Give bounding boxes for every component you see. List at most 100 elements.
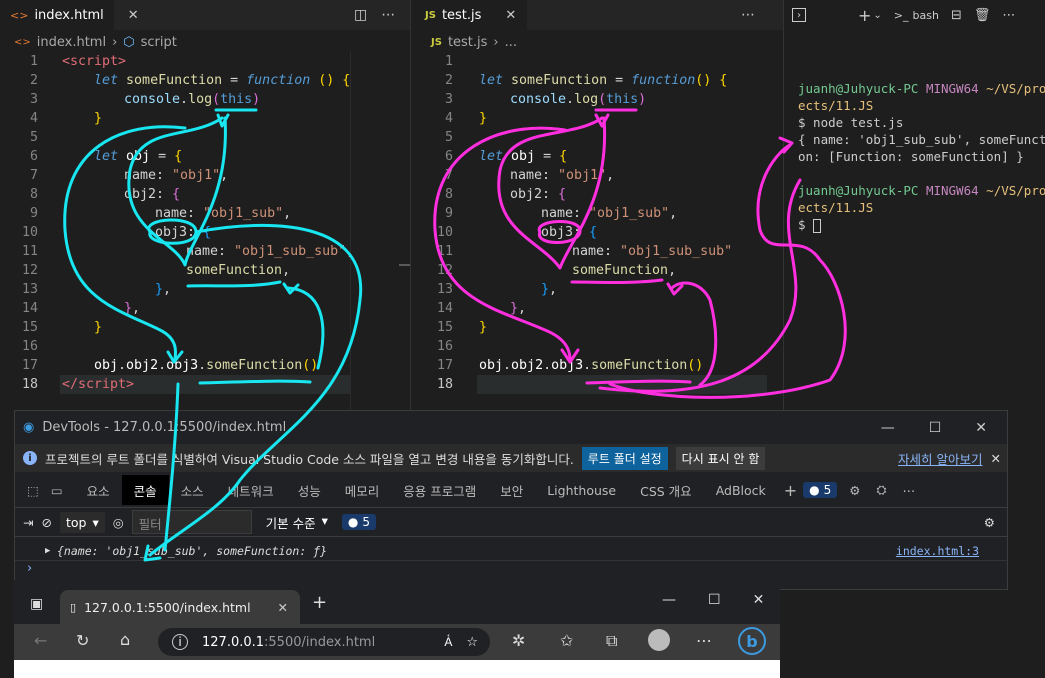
tab-adblock[interactable]: AdBlock (704, 475, 778, 505)
bing-icon[interactable]: b (738, 627, 766, 655)
tab-network[interactable]: 네트워크 (216, 475, 286, 505)
console-filter-bar: ⇥ ⊘ top ▾ ◎ 필터 기본 수준 ▾ ● 5 ⚙ (15, 507, 1007, 537)
bash-terminal-icon[interactable]: >_ (894, 9, 909, 22)
terminal-output[interactable]: juanh@Juhyuck-PC MINGW64 ~/VS/proj ects/… (798, 63, 1045, 233)
breadcrumb-more[interactable]: ... (505, 35, 517, 50)
new-tab-icon[interactable]: + (312, 592, 327, 613)
more-actions-icon[interactable]: ⋯ (1002, 8, 1015, 23)
breadcrumb: JS test.js › ... (431, 32, 517, 52)
scroll-marker (399, 264, 410, 266)
breadcrumb-file[interactable]: test.js (448, 35, 487, 50)
trash-icon[interactable]: 🗑 (974, 8, 991, 23)
breadcrumb: <> index.html › ⬡ script (14, 32, 177, 52)
tab-security[interactable]: 보안 (488, 475, 535, 505)
issues-badge[interactable]: ● 5 (803, 482, 838, 498)
maximize-icon[interactable]: ☐ (708, 592, 721, 608)
terminal-panel: › + ⌄ >_ bash ⊟ 🗑 ⋯ juanh@Juhyuck-PC MIN… (783, 0, 1045, 410)
more-options-icon[interactable]: ⋯ (891, 475, 928, 505)
terminal-icon[interactable]: › (792, 8, 806, 22)
left-editor-actions: ◫ ⋯ (354, 0, 395, 30)
prompt-path: ~/VS/proj (986, 183, 1045, 198)
home-icon[interactable]: ⌂ (120, 630, 130, 649)
close-icon[interactable]: ✕ (975, 420, 987, 436)
tab-lighthouse[interactable]: Lighthouse (535, 475, 628, 505)
inspect-icon[interactable]: ⬚ (15, 475, 51, 505)
cursor (813, 218, 822, 233)
favorites-icon[interactable]: ✩ (560, 631, 573, 650)
more-actions-icon[interactable]: ⋯ (381, 7, 395, 23)
close-tab-icon[interactable]: ✕ (278, 600, 288, 615)
prompt-path: ~/VS/proj (986, 81, 1045, 96)
chevron-right-icon: › (112, 34, 118, 50)
address-bar[interactable]: i 127.0.0.1:5500/index.html A᷾ ☆ (158, 628, 490, 656)
new-terminal-icon[interactable]: + (858, 6, 871, 25)
more-tabs-icon[interactable]: + (778, 475, 803, 505)
eye-icon[interactable]: ◎ (113, 515, 124, 530)
minimize-icon[interactable]: — (662, 592, 676, 608)
code-area[interactable]: 1 <script> 2 let someFunction = function (… (0, 52, 354, 394)
info-icon[interactable]: i (172, 634, 188, 650)
js-file-icon: JS (425, 9, 436, 21)
console-log-entry[interactable]: ▶ {name: 'obj1_sub_sub', someFunction: ƒ… (15, 541, 1007, 561)
expand-triangle-icon[interactable]: ▶ (45, 546, 50, 556)
split-editor-icon[interactable]: ◫ (354, 7, 367, 23)
chevron-right-icon: › (493, 34, 499, 50)
dont-show-again-button[interactable]: 다시 표시 안 함 (675, 446, 766, 470)
issues-badge[interactable]: ● 5 (341, 514, 377, 530)
tab-css-overview[interactable]: CSS 개요 (628, 475, 704, 505)
read-aloud-icon[interactable]: A᷾ (444, 635, 452, 649)
browser-toolbar: ← ↻ ⌂ i 127.0.0.1:5500/index.html A᷾ ☆ ✲… (14, 624, 780, 660)
log-source-link[interactable]: index.html:3 (896, 544, 979, 558)
more-options-icon[interactable]: ⋯ (696, 631, 712, 650)
chevron-down-icon[interactable]: ⌄ (873, 10, 881, 21)
tab-index-html[interactable]: <> index.html ✕ (0, 0, 139, 30)
set-root-folder-button[interactable]: 루트 폴더 설정 (581, 446, 668, 470)
breadcrumb-symbol[interactable]: script (141, 35, 177, 50)
context-select[interactable]: top ▾ (59, 511, 105, 533)
minimize-icon[interactable]: — (881, 420, 895, 436)
more-actions-icon[interactable]: ⋯ (741, 7, 755, 23)
edge-devtools-icon: ◉ (23, 420, 35, 435)
maximize-icon[interactable]: ☐ (929, 420, 942, 436)
message-icon: ● (809, 483, 820, 497)
gear-icon[interactable]: ⚙ (837, 475, 872, 505)
page-content[interactable] (14, 660, 780, 678)
collections-icon[interactable]: ⧉ (606, 631, 617, 651)
devtools-titlebar: ◉ DevTools - 127.0.0.1:5500/index.html (15, 411, 1007, 444)
device-toggle-icon[interactable]: ▭ (51, 475, 75, 505)
tab-application[interactable]: 응용 프로그램 (391, 475, 488, 505)
filter-input[interactable]: 필터 (131, 510, 252, 534)
customize-icon[interactable]: ⛭ (873, 475, 891, 505)
console-prompt[interactable]: › (27, 561, 32, 576)
breadcrumb-file[interactable]: index.html (37, 35, 106, 50)
back-icon[interactable]: ← (34, 631, 47, 650)
close-icon[interactable]: ✕ (753, 592, 765, 608)
tab-sources[interactable]: 소스 (169, 475, 216, 505)
clear-console-icon[interactable]: ⊘ (41, 515, 51, 530)
right-editor-actions: ⋯ (741, 0, 755, 30)
avatar[interactable] (648, 629, 670, 651)
tab-actions-icon[interactable]: ▣ (30, 596, 43, 612)
browser-tab-strip: ▣ ▯ 127.0.0.1:5500/index.html ✕ + — ☐ ✕ (14, 580, 780, 624)
close-icon[interactable]: ✕ (505, 8, 516, 23)
learn-more-link[interactable]: 자세히 알아보기 (898, 449, 982, 468)
extensions-icon[interactable]: ✲ (512, 631, 525, 650)
add-favorite-icon[interactable]: ☆ (466, 635, 478, 650)
split-terminal-icon[interactable]: ⊟ (951, 8, 962, 23)
tab-test-js[interactable]: JS test.js ✕ (411, 0, 527, 30)
sidebar-toggle-icon[interactable]: ⇥ (23, 515, 33, 530)
tab-console[interactable]: 콘솔 (121, 475, 169, 505)
tab-performance[interactable]: 성능 (286, 475, 333, 505)
browser-tab[interactable]: ▯ 127.0.0.1:5500/index.html ✕ (60, 590, 300, 624)
refresh-icon[interactable]: ↻ (76, 631, 89, 650)
minimap[interactable] (350, 52, 410, 410)
tab-label: test.js (441, 7, 482, 23)
code-area[interactable]: 1 2 let someFunction = function() { 3 cons… (411, 52, 783, 394)
gear-icon[interactable]: ⚙ (984, 515, 995, 530)
close-icon[interactable]: ✕ (128, 8, 139, 23)
log-message: {name: 'obj1_sub_sub', someFunction: ƒ} (57, 543, 328, 558)
tab-elements[interactable]: 요소 (75, 475, 122, 505)
close-icon[interactable]: ✕ (991, 451, 1001, 466)
level-select[interactable]: 기본 수준 ▾ (260, 510, 334, 535)
tab-memory[interactable]: 메모리 (333, 475, 392, 505)
